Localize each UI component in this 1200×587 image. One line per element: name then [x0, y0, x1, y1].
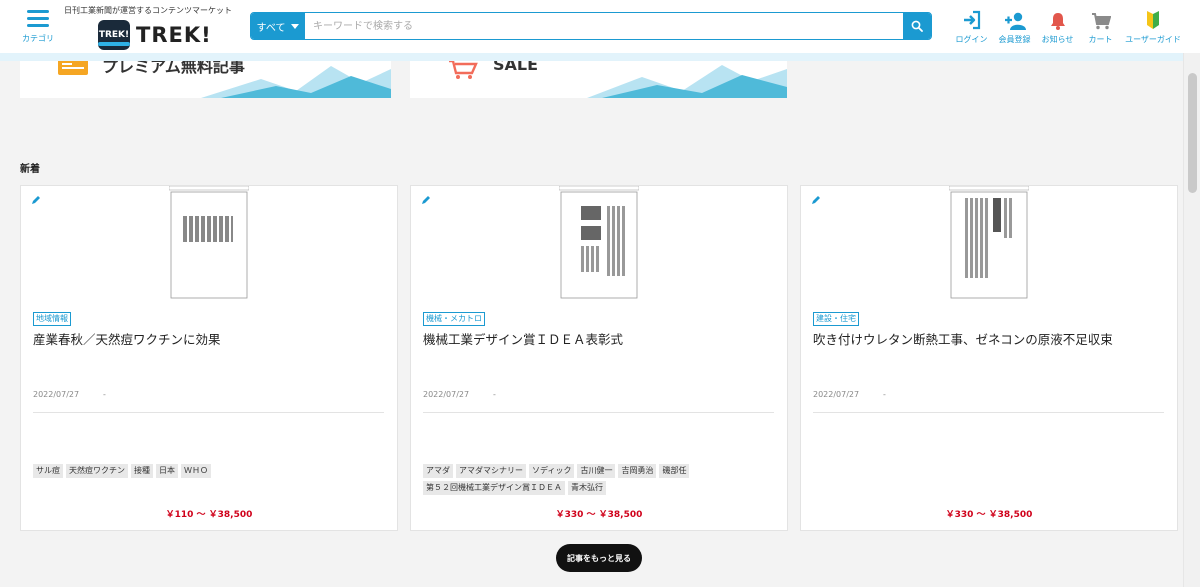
- load-more-button[interactable]: 記事をもっと見る: [556, 544, 642, 572]
- article-author: -: [493, 390, 496, 399]
- keyword-tag[interactable]: 古川健一: [577, 464, 616, 478]
- site-logo[interactable]: 日刊工業新聞が運営するコンテンツマーケット TREK! TREK!: [64, 5, 234, 51]
- category-tag[interactable]: 建設・住宅: [813, 312, 859, 326]
- search-category-select[interactable]: すべて: [251, 13, 305, 39]
- article-date: 2022/07/27: [33, 390, 80, 399]
- card-divider: [813, 412, 1164, 413]
- category-menu-label: カテゴリ: [22, 34, 54, 43]
- card-divider: [423, 412, 774, 413]
- login-label: ログイン: [955, 35, 988, 44]
- user-guide-label: ユーザーガイド: [1125, 35, 1181, 44]
- section-title-new: 新着: [20, 164, 40, 175]
- article-author: -: [103, 390, 106, 399]
- beginner-mark-icon: [1147, 11, 1159, 29]
- article-card[interactable]: 建設・住宅 吹き付けウレタン断熱工事、ゼネコンの原液不足収束 2022/07/2…: [800, 185, 1178, 531]
- article-date: 2022/07/27: [813, 390, 860, 399]
- article-thumbnail: [949, 186, 1029, 299]
- keyword-tag[interactable]: 磯部任: [659, 464, 690, 478]
- pencil-icon: [32, 196, 40, 204]
- notice-label: お知らせ: [1041, 35, 1074, 44]
- keyword-tag[interactable]: サル痘: [33, 464, 63, 478]
- keyword-list: アマダ アマダマシナリー ソディック 古川健一 吉岡勇治 磯部任 第５２回機械工…: [423, 464, 778, 495]
- newspaper-icon: [58, 61, 88, 75]
- user-guide-link[interactable]: ユーザーガイド: [1122, 8, 1184, 48]
- price-range: ￥330 〜 ￥38,500: [945, 510, 1033, 520]
- register-label: 会員登録: [998, 35, 1031, 44]
- premium-free-banner[interactable]: プレミアム無料記事: [20, 61, 391, 98]
- sale-banner-title: SALE: [493, 61, 539, 74]
- article-author: -: [883, 390, 886, 399]
- header-divider: [0, 53, 1200, 61]
- search-icon: [911, 20, 923, 32]
- scrollbar[interactable]: [1183, 53, 1200, 587]
- keyword-list: サル痘 天然痘ワクチン 接種 日本 ＷＨＯ: [33, 464, 388, 478]
- price-range: ￥110 〜 ￥38,500: [165, 510, 253, 520]
- keyword-tag[interactable]: ＷＨＯ: [181, 464, 211, 478]
- search-input[interactable]: [305, 13, 903, 39]
- hamburger-icon: [27, 10, 49, 28]
- chevron-down-icon: [291, 23, 300, 29]
- pencil-icon: [812, 196, 820, 204]
- keyword-tag[interactable]: ソディック: [529, 464, 575, 478]
- cart-icon: [1091, 13, 1111, 30]
- keyword-tag[interactable]: 天然痘ワクチン: [66, 464, 128, 478]
- article-thumbnail: [169, 186, 249, 299]
- header-nav: ログイン 会員登録 お知らせ カート ユーザーガイド: [950, 8, 1184, 48]
- search-bar: すべて: [250, 12, 932, 40]
- category-tag[interactable]: 地域情報: [33, 312, 71, 326]
- card-divider: [33, 412, 384, 413]
- notice-link[interactable]: お知らせ: [1036, 8, 1079, 48]
- article-headline[interactable]: 産業春秋／天然痘ワクチンに効果: [33, 331, 388, 349]
- article-date: 2022/07/27: [423, 390, 470, 399]
- bell-icon: [1050, 13, 1065, 30]
- keyword-tag[interactable]: 日本: [156, 464, 178, 478]
- keyword-tag[interactable]: 第５２回機械工業デザイン賞ＩＤＥＡ: [423, 481, 565, 495]
- keyword-tag[interactable]: 接種: [131, 464, 153, 478]
- article-card[interactable]: 地域情報 産業春秋／天然痘ワクチンに効果 2022/07/27 - サル痘 天然…: [20, 185, 398, 531]
- cart-label: カート: [1088, 35, 1113, 44]
- cart-icon: [449, 61, 478, 79]
- site-header: カテゴリ 日刊工業新聞が運営するコンテンツマーケット TREK! TREK! す…: [0, 0, 1200, 53]
- keyword-tag[interactable]: アマダ: [423, 464, 453, 478]
- article-card[interactable]: 機械・メカトロ 機械工業デザイン賞ＩＤＥＡ表彰式 2022/07/27 - アマ…: [410, 185, 788, 531]
- add-user-icon: [1004, 12, 1026, 30]
- register-link[interactable]: 会員登録: [993, 8, 1036, 48]
- logo-badge: TREK!: [98, 20, 130, 50]
- price-range: ￥330 〜 ￥38,500: [555, 510, 643, 520]
- logo-text: TREK!: [136, 23, 212, 47]
- pencil-icon: [422, 196, 430, 204]
- scrollbar-thumb[interactable]: [1188, 73, 1197, 193]
- article-headline[interactable]: 機械工業デザイン賞ＩＤＥＡ表彰式: [423, 331, 778, 349]
- cart-link[interactable]: カート: [1079, 8, 1122, 48]
- keyword-tag[interactable]: 吉岡勇治: [618, 464, 657, 478]
- login-link[interactable]: ログイン: [950, 8, 993, 48]
- site-tagline: 日刊工業新聞が運営するコンテンツマーケット: [64, 6, 232, 15]
- mountain-decoration: [201, 66, 391, 98]
- search-category-label: すべて: [256, 22, 286, 34]
- keyword-tag[interactable]: アマダマシナリー: [456, 464, 526, 478]
- category-menu-button[interactable]: カテゴリ: [18, 8, 58, 48]
- article-headline[interactable]: 吹き付けウレタン断熱工事、ゼネコンの原液不足収束: [813, 331, 1168, 349]
- search-button[interactable]: [903, 13, 931, 39]
- mountain-decoration: [587, 65, 787, 98]
- login-icon: [963, 10, 980, 30]
- keyword-tag[interactable]: 青木弘行: [568, 481, 606, 495]
- sale-banner[interactable]: SALE: [410, 61, 787, 98]
- article-thumbnail: [559, 186, 639, 299]
- category-tag[interactable]: 機械・メカトロ: [423, 312, 485, 326]
